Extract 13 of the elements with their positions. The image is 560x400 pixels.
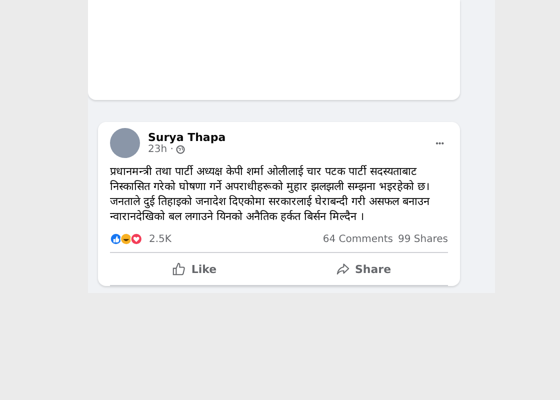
- shares-count[interactable]: 99 Shares: [398, 234, 448, 244]
- post-time[interactable]: 23h ·: [148, 144, 174, 155]
- comments-count[interactable]: 64 Comments: [322, 234, 394, 244]
- avatar[interactable]: [110, 128, 140, 158]
- like-button[interactable]: Like: [110, 256, 279, 282]
- author-name[interactable]: Surya Thapa: [148, 131, 424, 144]
- share-arrow-icon: [336, 262, 350, 276]
- reaction-count[interactable]: 2.5K: [149, 234, 172, 244]
- thumbs-up-icon: [172, 262, 186, 276]
- more-options-button[interactable]: •••: [432, 136, 448, 150]
- reaction-icons: [110, 232, 144, 246]
- share-button[interactable]: Share: [279, 256, 448, 282]
- post-text: प्रधानमन्त्री तथा पार्टी अध्यक्ष केपी शर्मा ओलीलाई चार पटक पार्टी सदस्यताबाट निस्कासित गरेको घोषणा गर्ने अपराधीहरूको मुहार झलझली सम्झना भइरहेको छ। जनताले दुई तिहाइको जनादेश दिएकोमा सरकारलाई घेराबन्दी गरी असफल बनाउन न्वारानदेखिको बल लगाउने यिनको अनैतिक हर्कत बिर्सन मिल्दैन ।: [110, 164, 431, 224]
